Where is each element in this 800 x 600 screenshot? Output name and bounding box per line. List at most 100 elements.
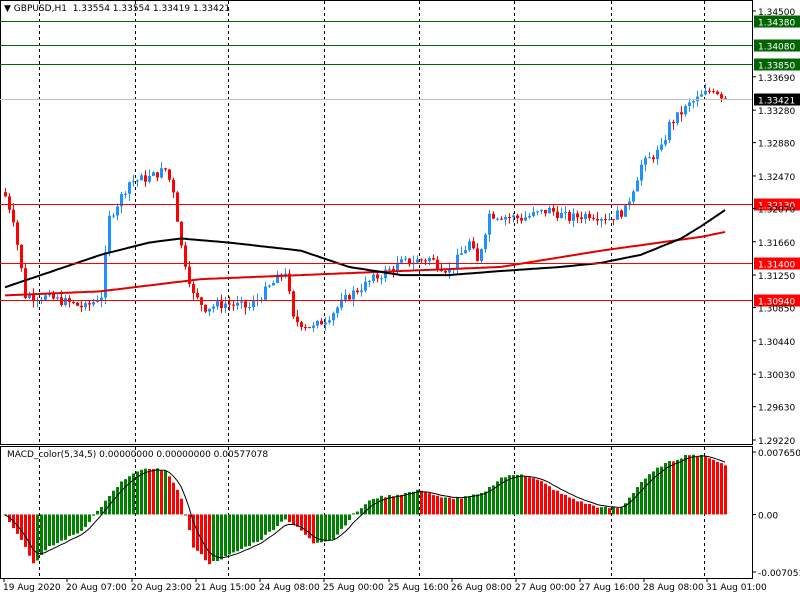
candle <box>272 280 275 286</box>
candle-body <box>476 248 479 262</box>
macd-histogram-bar <box>572 498 575 515</box>
macd-histogram-bar <box>412 491 415 515</box>
candle <box>296 309 299 327</box>
candle-body <box>496 218 499 220</box>
macd-histogram-bar <box>72 514 75 535</box>
candle <box>208 308 211 317</box>
chart-canvas[interactable]: 1.343801.340801.338501.321301.314001.309… <box>0 0 800 600</box>
chart-window: 1.34380 1.34080 1.33850 1.32130 1.31400 1.309… <box>0 0 800 600</box>
candle <box>604 213 607 225</box>
candle-body <box>388 268 391 270</box>
candle <box>476 243 479 262</box>
macd-histogram-bar <box>560 494 563 515</box>
candle <box>232 300 235 311</box>
candle-body <box>532 211 535 216</box>
candle-body <box>312 325 315 328</box>
macd-histogram-bar <box>724 465 727 515</box>
macd-histogram-bar <box>324 514 327 542</box>
candle <box>120 191 123 214</box>
candle <box>648 152 651 159</box>
macd-header: MACD_color(5,34,5) 0.00000000 0.00000000… <box>7 450 269 460</box>
candle <box>352 286 355 307</box>
candle <box>4 188 7 198</box>
macd-histogram-bar <box>640 482 643 515</box>
dropdown-triangle-icon[interactable]: ▼ <box>4 4 11 14</box>
candle-body <box>112 215 115 217</box>
candle <box>696 90 699 107</box>
candle-body <box>548 207 551 214</box>
macd-histogram-bar <box>688 455 691 515</box>
macd-histogram-bar <box>160 470 163 515</box>
price-axis-label: 1.29630 <box>758 404 795 414</box>
candle <box>248 302 251 311</box>
candle-body <box>428 258 431 262</box>
candle <box>216 297 219 310</box>
candle <box>664 135 667 147</box>
candle <box>540 209 543 215</box>
candle-body <box>592 218 595 220</box>
macd-histogram-bar <box>604 506 607 515</box>
macd-histogram-bar <box>448 497 451 515</box>
candle-body <box>632 191 635 202</box>
candle <box>516 213 519 224</box>
candle <box>424 258 427 266</box>
candle <box>140 173 143 181</box>
macd-histogram-bar <box>508 475 511 515</box>
candle <box>448 262 451 279</box>
macd-histogram-bar <box>144 468 147 515</box>
candle-body <box>572 213 575 221</box>
macd-histogram-bar <box>220 514 223 560</box>
macd-histogram-bar <box>332 514 335 540</box>
candle-body <box>232 304 235 306</box>
macd-histogram-bar <box>356 511 359 515</box>
candle-body <box>236 302 239 306</box>
candle <box>52 290 55 300</box>
candle-body <box>344 295 347 300</box>
candle <box>8 193 11 214</box>
price-axis-label: 1.31250 <box>758 272 795 282</box>
price-axis-label: 1.32470 <box>758 173 795 183</box>
macd-histogram-bar <box>164 470 167 515</box>
candle <box>124 191 127 199</box>
candle <box>252 295 255 311</box>
candle-body <box>124 193 127 195</box>
candle-body <box>560 212 563 219</box>
macd-histogram-bar <box>692 454 695 515</box>
candle <box>196 288 199 300</box>
candle-body <box>80 305 83 308</box>
candle <box>528 212 531 220</box>
candle <box>300 320 303 331</box>
candle-body <box>528 215 531 218</box>
level-price-label: 1.31400 <box>758 261 795 271</box>
macd-histogram-bar <box>512 475 515 515</box>
candle-body <box>240 301 243 303</box>
candle-body <box>268 285 271 287</box>
macd-histogram-bar <box>600 507 603 515</box>
macd-histogram-bar <box>280 514 283 522</box>
candle <box>72 301 75 305</box>
candle-body <box>216 301 219 307</box>
candle <box>568 209 571 224</box>
candle <box>384 265 387 283</box>
candle-body <box>224 303 227 309</box>
candle-body <box>416 259 419 263</box>
candle <box>212 303 215 313</box>
candle-body <box>488 213 491 235</box>
candle-body <box>588 214 591 219</box>
candle-body <box>356 290 359 293</box>
macd-histogram-bar <box>684 454 687 515</box>
macd-histogram-bar <box>704 456 707 515</box>
candle-body <box>364 281 367 291</box>
candle-body <box>688 102 691 106</box>
candle <box>364 276 367 293</box>
candle-body <box>524 217 527 221</box>
macd-histogram-bar <box>432 495 435 515</box>
candle <box>636 176 639 192</box>
candle <box>716 90 719 96</box>
price-axis-label: 1.33280 <box>758 107 795 117</box>
symbol-label: GBPUSD,H1 <box>13 4 67 14</box>
candle-body <box>148 175 151 182</box>
candle <box>440 264 443 272</box>
candle <box>348 293 351 301</box>
macd-histogram-bar <box>620 507 623 515</box>
